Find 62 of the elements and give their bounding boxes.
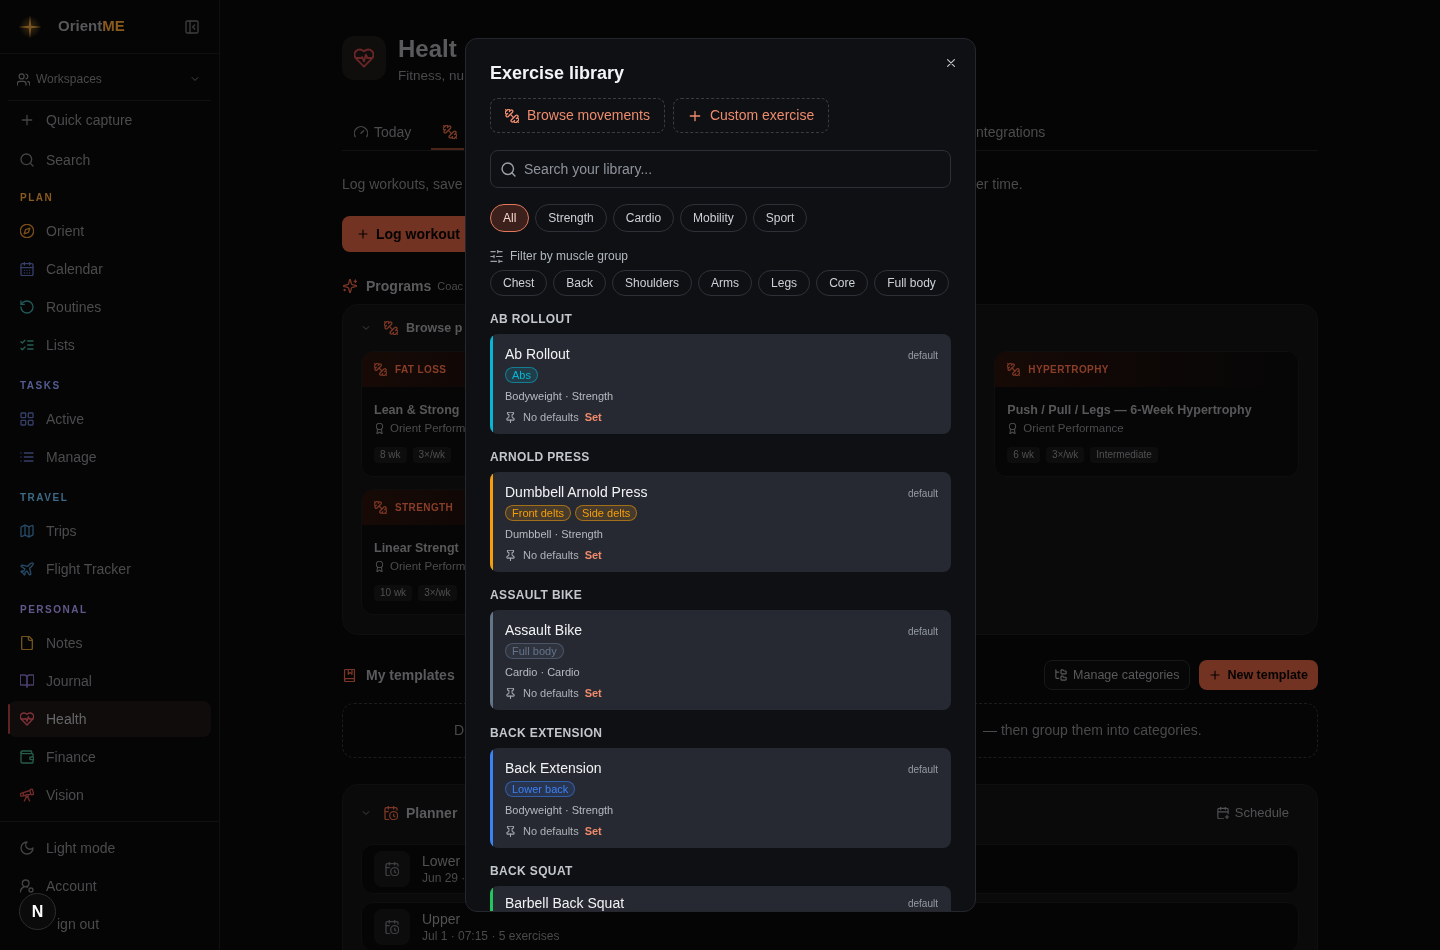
group-heading: BACK EXTENSION	[490, 725, 603, 741]
exercise-meta: Bodyweight · Strength	[505, 389, 614, 404]
exercise-meta: Bodyweight · Strength	[505, 803, 614, 818]
program-title: Push / Pull / Legs — 6-Week Hypertrophy	[1007, 402, 1252, 419]
program-tag: 6 wk	[1007, 447, 1040, 463]
description-text: er time.	[976, 175, 1023, 194]
section-caption: Coac	[437, 278, 464, 294]
muscle-tag: Abs	[505, 367, 538, 383]
section-label: TASKS	[19, 379, 62, 393]
defaults-text: No defaults	[523, 409, 579, 425]
program-tag: 3×/wk	[1045, 447, 1085, 463]
section-label: PERSONAL	[19, 603, 89, 617]
defaults-text: No defaults	[523, 685, 579, 701]
exercise-name: Assault Bike	[505, 621, 583, 639]
session-meta: Jul 1 · 07:15 · 5 exercises	[422, 928, 560, 944]
program-title: Linear Strengt	[374, 540, 459, 557]
empty-state-text: D	[453, 721, 465, 740]
program-title: Lean & Strong	[374, 402, 460, 419]
section-label: TRAVEL	[19, 491, 70, 505]
section-label: PLAN	[19, 191, 55, 205]
group-heading: BACK SQUAT	[490, 863, 573, 879]
author-text: Orient Perform	[390, 559, 466, 574]
default-label: default	[907, 349, 938, 363]
muscle-tag: Lower back	[505, 781, 576, 797]
program-tag: 3×/wk	[412, 447, 451, 463]
dialog-title: Exercise library	[490, 62, 625, 85]
exercise-name: Ab Rollout	[505, 345, 570, 363]
session-title: Upper	[422, 910, 461, 928]
author-text: Orient Performance	[1023, 421, 1124, 436]
exercise-meta: Cardio · Cardio	[505, 665, 580, 680]
default-label: default	[907, 763, 938, 777]
program-tag: Intermediate	[1090, 447, 1158, 463]
program-tag: 8 wk	[374, 447, 407, 463]
description-text: Log workouts, save	[342, 175, 463, 194]
exercise-meta: Dumbbell · Strength	[505, 527, 603, 542]
session-meta: Jun 29 ·	[422, 870, 466, 886]
defaults-text: No defaults	[523, 823, 579, 839]
group-heading: ARNOLD PRESS	[490, 449, 590, 465]
program-tag: 3×/wk	[418, 585, 457, 601]
brand-name: OrientME	[58, 16, 125, 37]
session-title: Lower	[422, 852, 461, 870]
muscle-tag: Side delts	[574, 505, 638, 521]
page-title: Healt	[398, 36, 457, 62]
category-label: HYPERTROPHY	[1028, 363, 1109, 377]
default-label: default	[907, 625, 938, 639]
group-heading: ASSAULT BIKE	[490, 587, 583, 603]
default-label: default	[907, 487, 938, 501]
page-subtitle: Fitness, nu	[398, 67, 465, 85]
exercise-name: Back Extension	[505, 759, 602, 777]
exercise-name: Dumbbell Arnold Press	[505, 483, 648, 501]
filter-label: Filter by muscle group	[510, 248, 629, 265]
section-title: Programs	[366, 276, 432, 296]
section-title: My templates	[366, 665, 455, 685]
empty-state-text: — then group them into categories.	[982, 721, 1202, 740]
muscle-tag: Front delts	[505, 505, 571, 521]
group-heading: AB ROLLOUT	[490, 311, 573, 327]
program-tag: 10 wk	[374, 585, 413, 601]
category-label: STRENGTH	[395, 501, 454, 515]
muscle-tag: Full body	[505, 643, 564, 659]
category-label: FAT LOSS	[395, 363, 447, 377]
defaults-text: No defaults	[523, 547, 579, 563]
author-text: Orient Perform	[390, 421, 466, 436]
